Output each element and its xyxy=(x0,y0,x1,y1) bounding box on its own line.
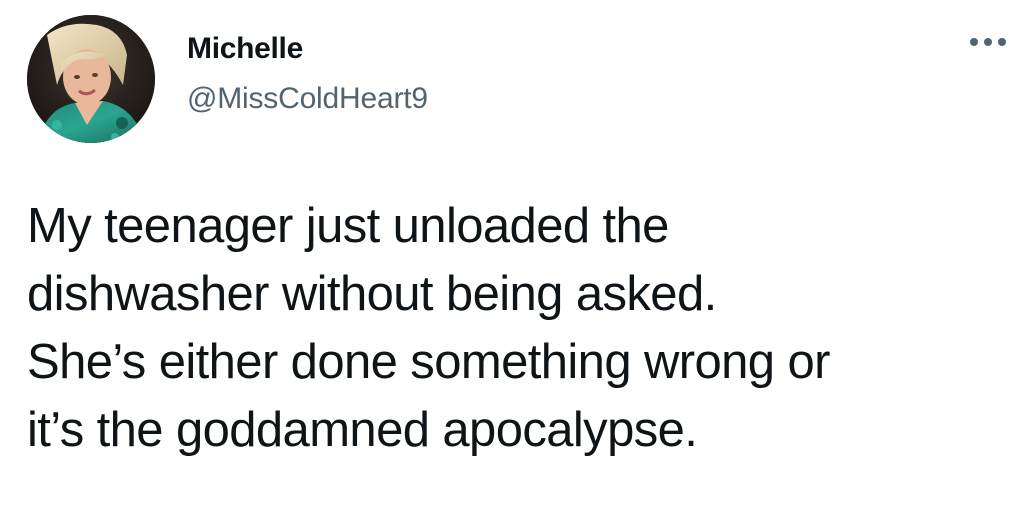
more-horizontal-icon xyxy=(970,38,1006,46)
tweet-text-line: it’s the goddamned apocalypse. xyxy=(27,403,698,457)
avatar[interactable] xyxy=(27,15,155,143)
user-handle[interactable]: @MissColdHeart9 xyxy=(187,81,428,117)
tweet-card: Michelle @MissColdHeart9 My teenager jus… xyxy=(0,0,1024,520)
tweet-text-line: My teenager just unloaded the xyxy=(27,199,669,253)
tweet-text-line: dishwasher without being asked. xyxy=(27,267,717,321)
tweet-text: My teenager just unloaded the dishwasher… xyxy=(27,192,1017,464)
tweet-text-line: She’s either done something wrong or xyxy=(27,335,830,389)
display-name[interactable]: Michelle xyxy=(187,31,303,67)
profile-photo-icon xyxy=(27,15,155,143)
more-options-button[interactable] xyxy=(966,30,1010,54)
